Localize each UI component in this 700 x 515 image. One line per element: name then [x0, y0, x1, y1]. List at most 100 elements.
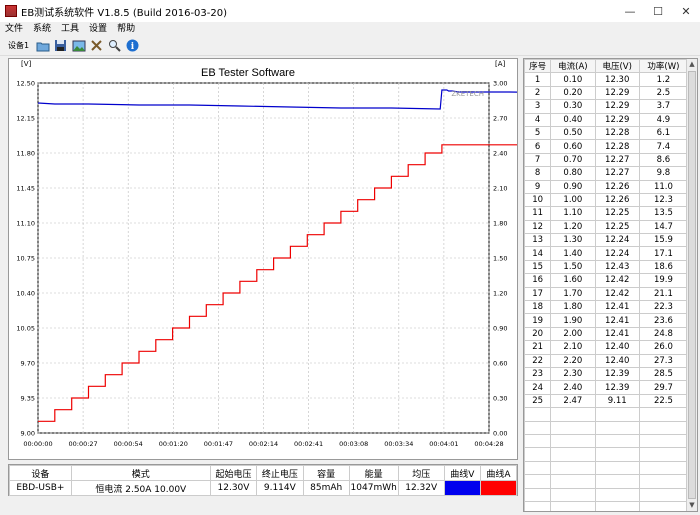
picture-icon[interactable] [71, 38, 86, 53]
table-row[interactable]: 6 0.60 12.28 7.4 [524, 139, 689, 154]
cell-power: 18.6 [638, 259, 689, 275]
table-row[interactable]: 19 1.90 12.41 23.6 [524, 313, 689, 328]
right-tick-label: 0.30 [493, 395, 507, 403]
vertical-scrollbar[interactable]: ▲ ▼ [686, 59, 697, 511]
empty-cell [638, 447, 689, 462]
table-row[interactable]: 11 1.10 12.25 13.5 [524, 206, 689, 221]
cell-power: 7.4 [638, 139, 689, 154]
cell-power: 15.9 [638, 233, 689, 248]
x-tick-label: 00:02:14 [249, 440, 278, 448]
save-icon[interactable] [53, 38, 68, 53]
left-tick-label: 9.35 [21, 395, 35, 403]
col-header-voltage[interactable]: 电压(V) [594, 59, 640, 74]
curve-a-swatch-cell[interactable] [479, 480, 518, 496]
chart-panel: 12.50 3.00 12.15 2.70 11.80 2.40 11.45 2.10 11.1… [8, 58, 700, 460]
info-icon[interactable]: i [125, 38, 140, 53]
menu-system[interactable]: 系统 [28, 22, 56, 36]
left-tick-label: 12.50 [16, 80, 35, 88]
empty-cell [594, 487, 640, 502]
table-row[interactable]: 25 2.47 9.11 22.5 [524, 393, 689, 409]
table-row[interactable]: 17 1.70 12.42 21.1 [524, 286, 689, 302]
cell-voltage: 12.26 [594, 192, 640, 208]
empty-cell [638, 407, 689, 422]
scroll-up-icon[interactable]: ▲ [687, 59, 697, 70]
right-tick-label: 2.10 [493, 185, 507, 193]
cell-power: 21.1 [638, 286, 689, 302]
empty-row [524, 474, 689, 489]
cell-index: 1 [524, 72, 552, 87]
table-row[interactable]: 18 1.80 12.41 22.3 [524, 300, 689, 315]
summary-header-energy: 能量 [348, 465, 399, 481]
cell-current: 0.60 [550, 139, 596, 154]
cell-current: 2.10 [550, 340, 596, 355]
cell-voltage: 12.41 [594, 326, 640, 342]
cell-index: 9 [524, 179, 552, 194]
cell-index: 6 [524, 139, 552, 154]
table-row[interactable]: 5 0.50 12.28 6.1 [524, 125, 689, 141]
col-header-current[interactable]: 电流(A) [550, 59, 596, 74]
table-row[interactable]: 23 2.30 12.39 28.5 [524, 366, 689, 382]
maximize-button[interactable]: ☐ [644, 0, 672, 22]
cell-power: 3.7 [638, 99, 689, 114]
table-row[interactable]: 2 0.20 12.29 2.5 [524, 85, 689, 101]
cell-power: 13.5 [638, 206, 689, 221]
table-row[interactable]: 8 0.80 12.27 9.8 [524, 166, 689, 181]
cell-current: 0.10 [550, 72, 596, 87]
cell-power: 11.0 [638, 179, 689, 194]
cell-current: 2.00 [550, 326, 596, 342]
cell-index: 3 [524, 99, 552, 114]
empty-cell [638, 474, 689, 489]
device-selector[interactable]: 设备1 [8, 40, 29, 51]
table-row[interactable]: 22 2.20 12.40 27.3 [524, 353, 689, 368]
tools-icon[interactable] [89, 38, 104, 53]
table-row[interactable]: 13 1.30 12.24 15.9 [524, 233, 689, 248]
left-tick-label: 9.00 [21, 430, 35, 438]
left-tick-label: 10.05 [16, 325, 35, 333]
table-row[interactable]: 20 2.00 12.41 24.8 [524, 326, 689, 342]
x-tick-label: 00:01:47 [204, 440, 233, 448]
summary-start-voltage: 12.30V [209, 480, 258, 496]
cell-index: 7 [524, 152, 552, 168]
table-row[interactable]: 7 0.70 12.27 8.6 [524, 152, 689, 168]
cell-current: 2.40 [550, 380, 596, 395]
close-button[interactable]: ✕ [672, 0, 700, 22]
table-row[interactable]: 3 0.30 12.29 3.7 [524, 99, 689, 114]
cell-index: 4 [524, 112, 552, 127]
cell-power: 12.3 [638, 192, 689, 208]
voltage-current-chart: 12.50 3.0012.15 2.7011.80 2.4011.45 2.1011.1… [16, 60, 700, 448]
curve-v-color-swatch[interactable] [444, 481, 480, 495]
left-tick-label: 12.15 [16, 115, 35, 123]
menu-help[interactable]: 帮助 [112, 22, 140, 36]
table-row[interactable]: 10 1.00 12.26 12.3 [524, 192, 689, 208]
cell-current: 0.70 [550, 152, 596, 168]
col-header-power[interactable]: 功率(W) [638, 59, 689, 74]
table-row[interactable]: 9 0.90 12.26 11.0 [524, 179, 689, 194]
menu-tools[interactable]: 工具 [56, 22, 84, 36]
table-row[interactable]: 14 1.40 12.24 17.1 [524, 246, 689, 261]
col-header-index[interactable]: 序号 [524, 59, 552, 74]
zoom-icon[interactable] [107, 38, 122, 53]
table-row[interactable]: 21 2.10 12.40 26.0 [524, 340, 689, 355]
left-tick-label: 11.45 [16, 185, 35, 193]
cell-index: 8 [524, 166, 552, 181]
empty-cell [524, 433, 552, 449]
x-tick-label: 00:00:00 [23, 440, 52, 448]
menu-file[interactable]: 文件 [0, 22, 28, 36]
table-row[interactable]: 15 1.50 12.43 18.6 [524, 259, 689, 275]
scroll-thumb[interactable] [688, 71, 696, 499]
scroll-down-icon[interactable]: ▼ [687, 500, 697, 511]
table-row[interactable]: 24 2.40 12.39 29.7 [524, 380, 689, 395]
summary-value-row[interactable]: EBD-USB+ 恒电流 2.50A 10.00V 12.30V 9.114V … [9, 480, 518, 496]
x-tick-label: 00:04:28 [474, 440, 503, 448]
table-row[interactable]: 4 0.40 12.29 4.9 [524, 112, 689, 127]
table-row[interactable]: 1 0.10 12.30 1.2 [524, 72, 689, 87]
curve-a-color-swatch[interactable] [480, 481, 516, 495]
minimize-button[interactable]: — [616, 0, 644, 22]
cell-power: 28.5 [638, 366, 689, 382]
menu-settings[interactable]: 设置 [84, 22, 112, 36]
open-folder-icon[interactable] [35, 38, 50, 53]
table-row[interactable]: 12 1.20 12.25 14.7 [524, 219, 689, 235]
table-row[interactable]: 16 1.60 12.42 19.9 [524, 273, 689, 288]
cell-index: 20 [524, 326, 552, 342]
curve-v-swatch-cell[interactable] [443, 480, 481, 496]
